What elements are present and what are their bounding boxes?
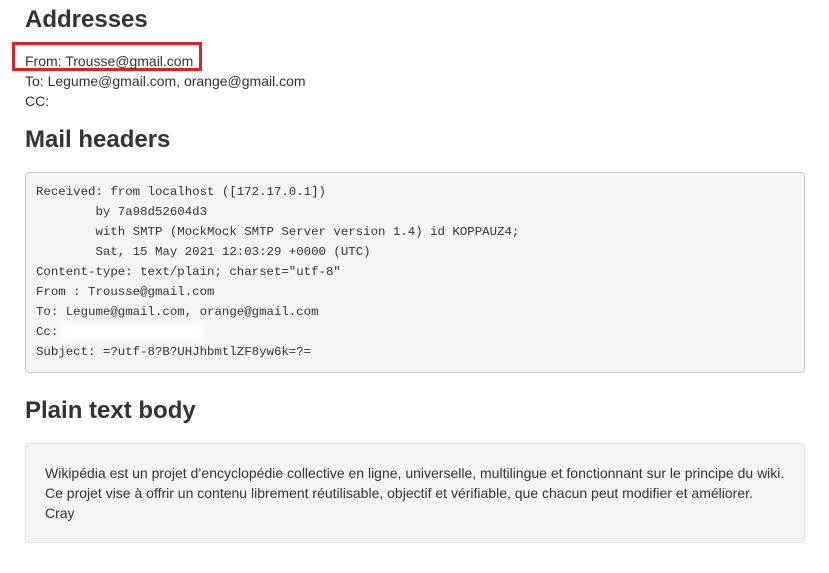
mail-headers-heading: Mail headers xyxy=(25,126,171,153)
header-line: From : Trousse@gmail.com xyxy=(36,285,215,299)
redacted-cc-value xyxy=(62,324,203,339)
body-line: Wikipédia est un projet d’encyclopédie c… xyxy=(45,465,785,481)
cc-addresses: CC: xyxy=(25,93,50,109)
from-address: From: Trousse@gmail.com xyxy=(25,53,194,69)
header-line: Received: from localhost ([172.17.0.1]) xyxy=(36,185,326,199)
header-line: To: Legume@gmail.com, orange@gmail.com xyxy=(36,305,319,319)
header-line: Subject: =?utf-8?B?UHJhbmtlZF8yw6k=?= xyxy=(36,345,312,359)
plain-text-body-heading: Plain text body xyxy=(25,397,196,424)
body-line: Cray xyxy=(45,505,75,521)
header-line: Content-type: text/plain; charset="utf-8… xyxy=(36,265,341,279)
mail-headers-block: Received: from localhost ([172.17.0.1]) … xyxy=(25,172,805,373)
plain-text-body-block: Wikipédia est un projet d’encyclopédie c… xyxy=(25,443,805,543)
header-line: Cc: xyxy=(36,325,59,339)
header-line: with SMTP (MockMock SMTP Server version … xyxy=(36,225,520,239)
to-addresses: To: Legume@gmail.com, orange@gmail.com xyxy=(25,73,306,89)
header-line: by 7a98d52604d3 xyxy=(36,205,208,219)
header-line: Sat, 15 May 2021 12:03:29 +0000 (UTC) xyxy=(36,245,371,259)
addresses-heading: Addresses xyxy=(25,6,148,33)
body-line: Ce projet vise à offrir un contenu libre… xyxy=(45,485,753,501)
